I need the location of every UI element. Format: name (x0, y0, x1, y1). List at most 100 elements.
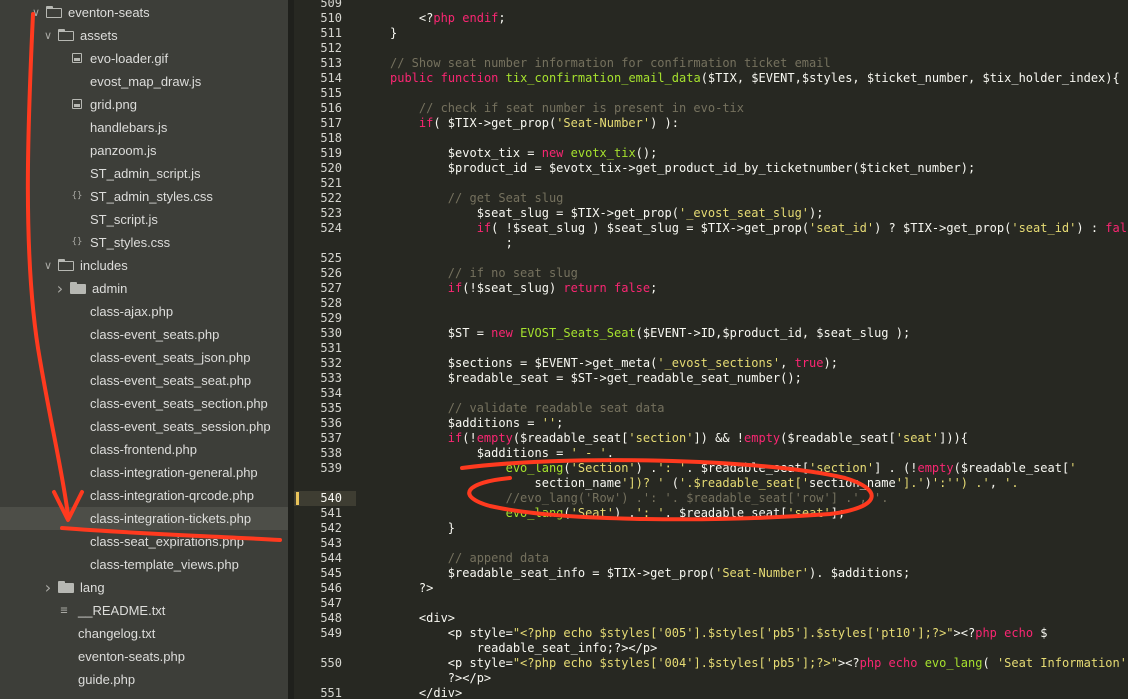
code-line[interactable]: $additions = ''; (390, 416, 1128, 431)
code-line[interactable]: $ST = new EVOST_Seats_Seat($EVENT->ID,$p… (390, 326, 1128, 341)
code-line[interactable]: // get Seat slug (390, 191, 1128, 206)
chevron-right-icon[interactable]: › (54, 277, 66, 300)
code-line[interactable] (390, 341, 1128, 356)
sidebar-file[interactable]: evo-loader.gif (0, 47, 288, 70)
code-line[interactable] (390, 251, 1128, 266)
code-line[interactable]: $readable_seat_info = $TIX->get_prop('Se… (390, 566, 1128, 581)
code-line[interactable]: // check if seat number is present in ev… (390, 101, 1128, 116)
sidebar-file[interactable]: {} ST_styles.css (0, 231, 288, 254)
code-line[interactable]: $additions = ' - '. (390, 446, 1128, 461)
code-line[interactable]: $readable_seat = $ST->get_readable_seat_… (390, 371, 1128, 386)
line-number: 531 (320, 341, 342, 355)
code-line[interactable]: // if no seat slug (390, 266, 1128, 281)
sidebar-file[interactable]: eventon-seats.php (0, 645, 288, 668)
sidebar-folder[interactable]: › admin (0, 277, 288, 300)
sidebar-file[interactable]: grid.png (0, 93, 288, 116)
code-line[interactable] (390, 41, 1128, 56)
code-editor[interactable]: 509 510 511 512 513 514 515 516 517 518 519 520 521 5… (294, 0, 1128, 699)
sidebar-file[interactable]: handlebars.js (0, 116, 288, 139)
code-line[interactable] (390, 536, 1128, 551)
code-line[interactable] (390, 0, 1128, 11)
sidebar-file[interactable]: class-integration-qrcode.php (0, 484, 288, 507)
code-line[interactable]: ?> (390, 581, 1128, 596)
sidebar-item-label: changelog.txt (78, 626, 156, 641)
code-line[interactable]: if(!empty($readable_seat['section']) && … (390, 431, 1128, 446)
code-line[interactable]: public function tix_confirmation_email_d… (390, 71, 1128, 86)
sidebar-file[interactable]: class-event_seats_json.php (0, 346, 288, 369)
code-line[interactable]: readable_seat_info;?></p> (390, 641, 1128, 656)
code-line[interactable]: if( !$seat_slug ) $seat_slug = $TIX->get… (390, 221, 1128, 236)
file-sidebar: ∨ eventon-seats ∨ assets evo-loader.gif evost… (0, 0, 288, 699)
code-line[interactable]: // validate readable seat data (390, 401, 1128, 416)
code-line[interactable]: <?php endif; (390, 11, 1128, 26)
code-line[interactable]: if( $TIX->get_prop('Seat-Number') ): (390, 116, 1128, 131)
line-number: 516 (320, 101, 342, 115)
sidebar-file[interactable]: class-event_seats.php (0, 323, 288, 346)
sidebar-file[interactable]: guide.php (0, 668, 288, 691)
chevron-right-icon[interactable]: › (42, 576, 54, 599)
code-line[interactable]: ; (390, 236, 1128, 251)
code-line[interactable]: </div> (390, 686, 1128, 699)
code-line[interactable]: <p style="<?php echo $styles['005'].$sty… (390, 626, 1128, 641)
sidebar-file[interactable]: changelog.txt (0, 622, 288, 645)
code-line[interactable]: evo_lang('Seat') .': '. $readable_seat['… (390, 506, 1128, 521)
code-line[interactable] (390, 86, 1128, 101)
line-number: 509 (320, 0, 342, 10)
sidebar-file[interactable]: class-event_seats_seat.php (0, 369, 288, 392)
code-line[interactable]: } (390, 26, 1128, 41)
sidebar-file[interactable]: class-event_seats_session.php (0, 415, 288, 438)
sidebar-folder[interactable]: ∨ eventon-seats (0, 1, 288, 24)
code-line[interactable]: evo_lang('Section') .': '. $readable_sea… (390, 461, 1128, 476)
sidebar-file[interactable]: class-event_seats_section.php (0, 392, 288, 415)
chevron-down-icon[interactable]: ∨ (42, 24, 54, 47)
sidebar-folder[interactable]: ∨ includes (0, 254, 288, 277)
sidebar-item-label: panzoom.js (90, 143, 157, 158)
sidebar-folder[interactable]: › lang (0, 576, 288, 599)
sidebar-item-label: class-seat_expirations.php (90, 534, 244, 549)
code-line[interactable]: // Show seat number information for conf… (390, 56, 1128, 71)
line-number: 548 (320, 611, 342, 625)
line-number: 538 (320, 446, 342, 460)
sidebar-folder[interactable]: ∨ assets (0, 24, 288, 47)
line-number: 520 (320, 161, 342, 175)
code-line[interactable]: <div> (390, 611, 1128, 626)
code-line[interactable]: //evo_lang('Row') .': '. $readable_seat[… (390, 491, 1128, 506)
code-line[interactable] (390, 296, 1128, 311)
code-line[interactable]: } (390, 521, 1128, 536)
code-line[interactable]: $evotx_tix = new evotx_tix(); (390, 146, 1128, 161)
code-line[interactable]: $sections = $EVENT->get_meta('_evost_sec… (390, 356, 1128, 371)
sidebar-file[interactable]: {} ST_admin_styles.css (0, 185, 288, 208)
sidebar-file[interactable]: ≡ __README.txt (0, 599, 288, 622)
line-number: 533 (320, 371, 342, 385)
code-line[interactable]: // append data (390, 551, 1128, 566)
code-line[interactable] (390, 311, 1128, 326)
code-line[interactable] (390, 131, 1128, 146)
code-line[interactable]: ?></p> (390, 671, 1128, 686)
sidebar-file[interactable]: ST_script.js (0, 208, 288, 231)
sidebar-file[interactable]: class-integration-general.php (0, 461, 288, 484)
chevron-down-icon[interactable]: ∨ (42, 254, 54, 277)
code-line[interactable]: $seat_slug = $TIX->get_prop('_evost_seat… (390, 206, 1128, 221)
chevron-down-icon[interactable]: ∨ (30, 1, 42, 24)
sidebar-file[interactable]: class-integration-tickets.php (0, 507, 288, 530)
line-number: 550 (320, 656, 342, 670)
line-number: 539 (320, 461, 342, 475)
sidebar-file[interactable]: class-frontend.php (0, 438, 288, 461)
code-line[interactable]: section_name'])? ' ('.$readable_seat['se… (390, 476, 1128, 491)
sidebar-file[interactable]: evost_map_draw.js (0, 70, 288, 93)
sidebar-item-label: ST_admin_styles.css (90, 189, 213, 204)
sidebar-file[interactable]: class-template_views.php (0, 553, 288, 576)
sidebar-file[interactable]: ST_admin_script.js (0, 162, 288, 185)
code-line[interactable] (390, 386, 1128, 401)
code-line[interactable]: <p style="<?php echo $styles['004'].$sty… (390, 656, 1128, 671)
sidebar-file[interactable]: class-ajax.php (0, 300, 288, 323)
code-line[interactable]: $product_id = $evotx_tix->get_product_id… (390, 161, 1128, 176)
code-line[interactable] (390, 176, 1128, 191)
sidebar-file[interactable]: panzoom.js (0, 139, 288, 162)
sidebar-item-label: class-event_seats_session.php (90, 419, 271, 434)
code-line[interactable] (390, 596, 1128, 611)
sidebar-item-label: ST_styles.css (90, 235, 171, 250)
line-number: 551 (320, 686, 342, 699)
sidebar-file[interactable]: class-seat_expirations.php (0, 530, 288, 553)
code-line[interactable]: if(!$seat_slug) return false; (390, 281, 1128, 296)
